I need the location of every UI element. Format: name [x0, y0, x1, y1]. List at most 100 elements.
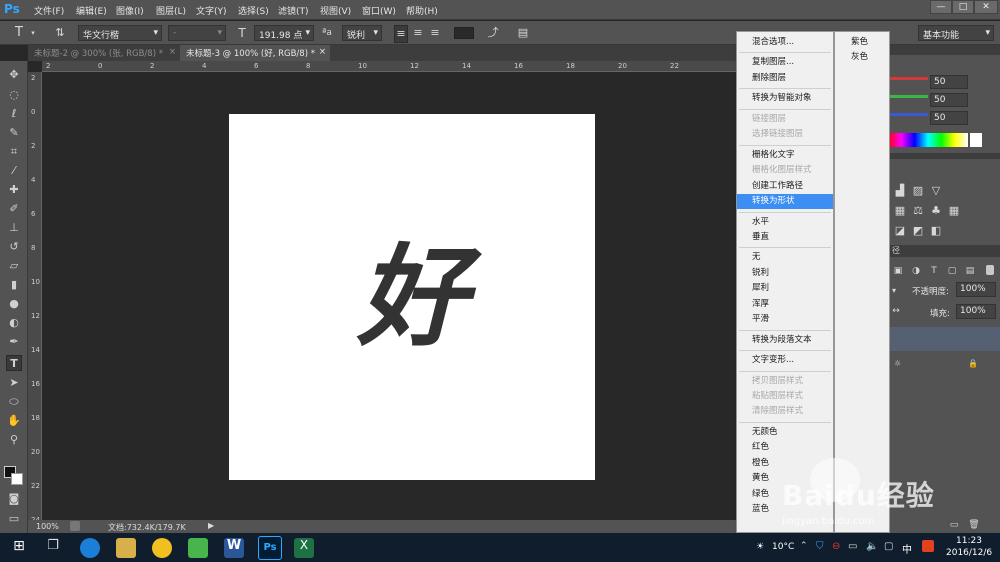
security-icon[interactable]: ⊖: [832, 541, 840, 552]
zoom-level[interactable]: 100%: [36, 522, 59, 531]
context-menu-item[interactable]: 文字变形...: [737, 353, 833, 368]
context-menu-item[interactable]: 创建工作路径: [737, 179, 833, 194]
red-slider[interactable]: [888, 77, 928, 80]
threshold-icon[interactable]: ◧: [930, 223, 942, 239]
text-layer-content[interactable]: 好: [229, 114, 595, 480]
healing-brush-icon[interactable]: ✚: [6, 182, 22, 198]
context-menu-item[interactable]: 无: [737, 250, 833, 265]
photoshop-taskbar-icon[interactable]: Ps: [258, 536, 282, 560]
clock-time[interactable]: 11:23: [956, 536, 982, 546]
move-tool-icon[interactable]: ✥: [6, 67, 22, 83]
gradient-tool-icon[interactable]: ▮: [6, 277, 22, 293]
quick-mask-icon[interactable]: ◙: [6, 491, 22, 507]
filter-type-icon[interactable]: T: [928, 263, 940, 279]
maximize-button[interactable]: □: [952, 0, 974, 14]
weather-temp[interactable]: 10°C: [772, 542, 794, 552]
tab-document-2[interactable]: 未标题-2 @ 300% (张, RGB/8) * ×: [28, 45, 180, 61]
type-tool-icon[interactable]: T: [10, 25, 28, 41]
brush-tool-icon[interactable]: ✐: [6, 201, 22, 217]
tab-close-icon[interactable]: ×: [169, 47, 176, 57]
warp-text-icon[interactable]: ⤴: [484, 25, 502, 41]
text-tool-icon[interactable]: T: [6, 355, 22, 371]
zoom-tool-icon[interactable]: ⚲: [6, 432, 22, 448]
status-arrow-icon[interactable]: ▶: [208, 521, 214, 530]
filter-shape-icon[interactable]: ▢: [946, 263, 958, 279]
filter-adjust-icon[interactable]: ◑: [910, 263, 922, 279]
pen-tool-icon[interactable]: ✒: [6, 334, 22, 350]
align-left-icon[interactable]: ≡: [394, 25, 408, 43]
channel-mixer-icon[interactable]: ♣: [930, 203, 942, 219]
crop-tool-icon[interactable]: ⌗: [6, 144, 22, 160]
volume-icon[interactable]: 🔈: [866, 541, 878, 552]
context-menu-item[interactable]: 水平: [737, 215, 833, 230]
filter-toggle[interactable]: [986, 265, 994, 275]
qq-browser-icon[interactable]: [152, 538, 172, 558]
lock-pixels-icon[interactable]: ↔: [890, 303, 902, 319]
weather-icon[interactable]: ☀: [756, 542, 764, 552]
align-center-icon[interactable]: ≡: [411, 25, 425, 41]
context-menu-item[interactable]: 平滑: [737, 312, 833, 327]
menu-item[interactable]: 帮助(H): [406, 4, 438, 17]
posterize-icon[interactable]: ◩: [912, 223, 924, 239]
gradient-map-icon[interactable]: ▽: [930, 183, 942, 199]
menu-item[interactable]: 文字(Y): [196, 4, 227, 17]
antialias-select[interactable]: 锐利 ▾: [342, 25, 382, 41]
menu-item[interactable]: 图像(I): [116, 4, 144, 17]
network-icon[interactable]: ▭: [848, 541, 857, 552]
hue-icon[interactable]: ▦: [894, 203, 906, 219]
shield-icon[interactable]: ⛉: [816, 541, 824, 552]
share-icon[interactable]: [70, 521, 80, 531]
font-size-field[interactable]: 191.98 点 ▾: [254, 25, 314, 41]
minimize-button[interactable]: —: [930, 0, 952, 14]
menu-item[interactable]: 视图(V): [320, 4, 351, 17]
menu-item[interactable]: 窗口(W): [362, 4, 396, 17]
browser-icon[interactable]: [80, 538, 100, 558]
iqiyi-icon[interactable]: [188, 538, 208, 558]
submenu-item[interactable]: 灰色: [835, 50, 889, 65]
lasso-tool-icon[interactable]: ℓ: [6, 106, 22, 122]
eyedropper-tool-icon[interactable]: ⁄: [6, 163, 22, 179]
opacity-field[interactable]: 100%: [956, 282, 996, 297]
history-brush-icon[interactable]: ↺: [6, 239, 22, 255]
excel-icon[interactable]: X: [294, 538, 314, 558]
clock-date[interactable]: 2016/12/6: [946, 548, 992, 558]
task-view-icon[interactable]: ❐: [44, 538, 62, 554]
hand-tool-icon[interactable]: ✋: [6, 413, 22, 429]
green-value-field[interactable]: 50: [930, 93, 968, 107]
windows-start-icon[interactable]: ⊞: [10, 538, 28, 556]
dodge-tool-icon[interactable]: ◐: [6, 315, 22, 331]
lookup-icon[interactable]: ▦: [948, 203, 960, 219]
text-color-swatch[interactable]: [454, 27, 474, 39]
notification-icon[interactable]: ▢: [884, 541, 893, 552]
tab-close-icon[interactable]: ×: [319, 47, 326, 57]
invert-icon[interactable]: ◪: [894, 223, 906, 239]
menu-item[interactable]: 选择(S): [238, 4, 269, 17]
context-menu-item[interactable]: 混合选项...: [737, 35, 833, 50]
sogou-ime-icon[interactable]: [922, 540, 934, 552]
marquee-tool-icon[interactable]: ◌: [6, 87, 22, 103]
character-panel-icon[interactable]: ▤: [514, 25, 532, 41]
quick-select-tool-icon[interactable]: ✎: [6, 125, 22, 141]
submenu-item[interactable]: 紫色: [835, 35, 889, 50]
layer-row-selected[interactable]: [888, 327, 1000, 351]
blur-tool-icon[interactable]: ●: [6, 296, 22, 312]
shape-tool-icon[interactable]: ⬭: [6, 394, 22, 410]
path-selection-icon[interactable]: ➤: [6, 375, 22, 391]
menu-item[interactable]: 文件(F): [34, 4, 64, 17]
context-menu-item[interactable]: 锐利: [737, 266, 833, 281]
color-balance-icon[interactable]: ⚖: [912, 203, 924, 219]
tool-preset-chevron-icon[interactable]: ▾: [29, 25, 37, 41]
tray-chevron-icon[interactable]: ⌃: [800, 541, 808, 551]
context-menu-item[interactable]: 转换为形状: [737, 194, 833, 210]
paths-tab[interactable]: 径: [888, 245, 1000, 257]
layer-row-background[interactable]: ☼ 🔒: [888, 353, 1000, 377]
context-menu-item[interactable]: 垂直: [737, 230, 833, 245]
workspace-select[interactable]: 基本功能 ▾: [918, 25, 994, 41]
fill-field[interactable]: 100%: [956, 304, 996, 319]
font-family-select[interactable]: 华文行楷 ▾: [78, 25, 162, 41]
ime-indicator[interactable]: 中: [902, 541, 912, 556]
tab-document-3[interactable]: 未标题-3 @ 100% (好, RGB/8) * ×: [180, 45, 330, 61]
red-value-field[interactable]: 50: [930, 75, 968, 89]
font-style-select[interactable]: - ▾: [168, 25, 226, 41]
filter-image-icon[interactable]: ▣: [892, 263, 904, 279]
